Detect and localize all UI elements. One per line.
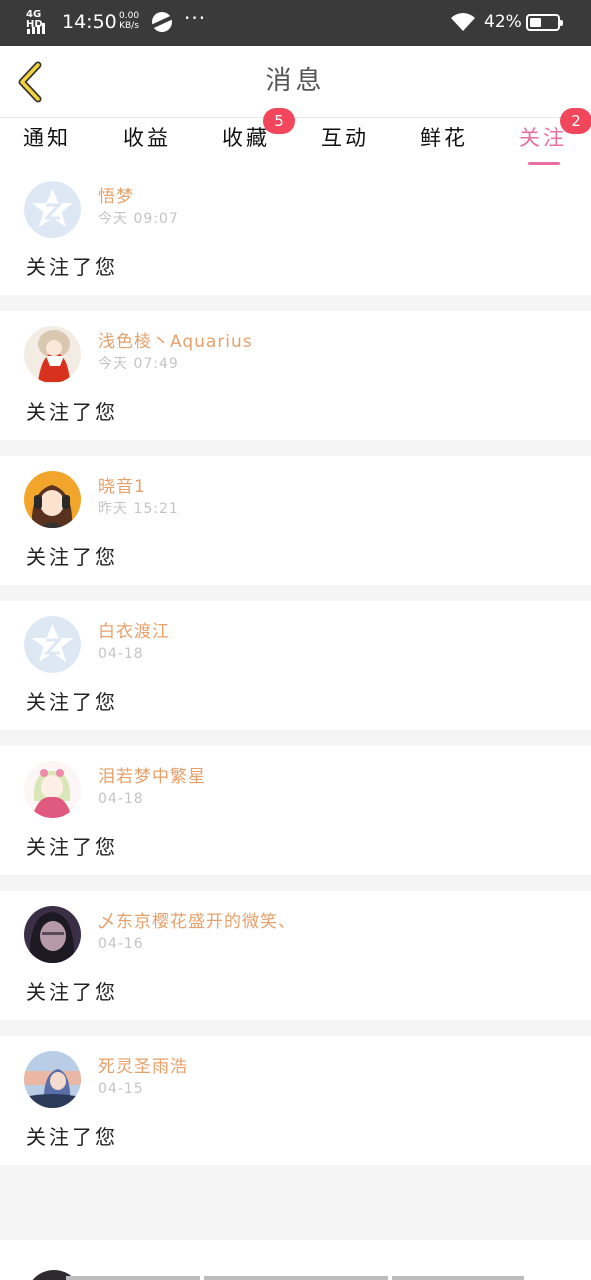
- page-title: 消息: [265, 66, 326, 96]
- follow-message: 关注了您: [26, 835, 118, 859]
- user-name[interactable]: 泪若梦中繁星: [98, 766, 206, 788]
- user-name[interactable]: 死灵圣雨浩: [98, 1056, 188, 1078]
- follow-message: 关注了您: [26, 545, 118, 569]
- follow-time: 04-18: [98, 646, 144, 662]
- anime-boy-sky-avatar[interactable]: [24, 1051, 81, 1108]
- signal-icon: 4G HD: [26, 10, 54, 34]
- favorites-badge: 5: [263, 108, 295, 134]
- default-star-avatar[interactable]: [24, 181, 81, 238]
- battery-percentage: 42%: [484, 12, 522, 32]
- tab-bar: 通知 收益 收藏 互动 鲜花 关注: [0, 118, 591, 166]
- network-speed: 0.00 KB/s: [119, 11, 140, 31]
- tab-flowers[interactable]: 鲜花: [409, 124, 479, 164]
- more-notifications-icon: ···: [184, 6, 207, 30]
- photo-girl-avatar[interactable]: [24, 906, 81, 963]
- anime-girl-red-avatar[interactable]: [24, 326, 81, 383]
- status-bar: 4G HD 14:50 0.00 KB/s ··· 42%: [0, 0, 591, 46]
- active-tab-indicator: [528, 162, 560, 165]
- app-notification-icon: [152, 12, 172, 32]
- list-item[interactable]: 悟梦 今天 09:07 关注了您: [0, 166, 591, 295]
- loading-bar: [204, 1276, 388, 1280]
- follow-message: 关注了您: [26, 690, 118, 714]
- user-name[interactable]: 浅色棱丶Aquarius: [98, 331, 253, 353]
- user-name[interactable]: 晓音1: [98, 476, 146, 498]
- user-name[interactable]: 白衣渡江: [98, 621, 170, 643]
- list-item[interactable]: 晓音1 昨天 15:21 关注了您: [0, 456, 591, 585]
- user-name[interactable]: 乄东京樱花盛开的微笑、: [98, 911, 296, 933]
- follow-time: 昨天 15:21: [98, 501, 179, 517]
- default-star-avatar[interactable]: [24, 616, 81, 673]
- tab-interactions[interactable]: 互动: [310, 124, 380, 164]
- follows-badge: 2: [560, 108, 591, 134]
- loading-bar: [66, 1276, 200, 1280]
- list-item-partial[interactable]: [0, 1240, 591, 1280]
- tab-earnings[interactable]: 收益: [112, 124, 182, 164]
- clock: 14:50: [62, 11, 117, 33]
- app-header: 消息: [0, 46, 591, 118]
- list-item[interactable]: 白衣渡江 04-18 关注了您: [0, 601, 591, 730]
- list-item[interactable]: 死灵圣雨浩 04-15 关注了您: [0, 1036, 591, 1165]
- wifi-icon: [451, 13, 475, 31]
- follow-message: 关注了您: [26, 255, 118, 279]
- tab-notifications[interactable]: 通知: [12, 124, 82, 164]
- follow-message: 关注了您: [26, 980, 118, 1004]
- follow-time: 04-18: [98, 791, 144, 807]
- follow-time: 今天 09:07: [98, 211, 179, 227]
- follow-time: 04-16: [98, 936, 144, 952]
- list-item[interactable]: 泪若梦中繁星 04-18 关注了您: [0, 746, 591, 875]
- loading-bar: [392, 1276, 524, 1280]
- anime-girl-pink-avatar[interactable]: [24, 761, 81, 818]
- follow-message: 关注了您: [26, 1125, 118, 1149]
- list-item[interactable]: 乄东京樱花盛开的微笑、 04-16 关注了您: [0, 891, 591, 1020]
- follow-message: 关注了您: [26, 400, 118, 424]
- follow-time: 04-15: [98, 1081, 144, 1097]
- tab-follows-label: 关注: [519, 126, 567, 150]
- battery-icon: [526, 14, 563, 31]
- user-name[interactable]: 悟梦: [98, 186, 134, 208]
- follow-time: 今天 07:49: [98, 356, 179, 372]
- list-item[interactable]: 浅色棱丶Aquarius 今天 07:49 关注了您: [0, 311, 591, 440]
- anime-girl-headphones-avatar[interactable]: [24, 471, 81, 528]
